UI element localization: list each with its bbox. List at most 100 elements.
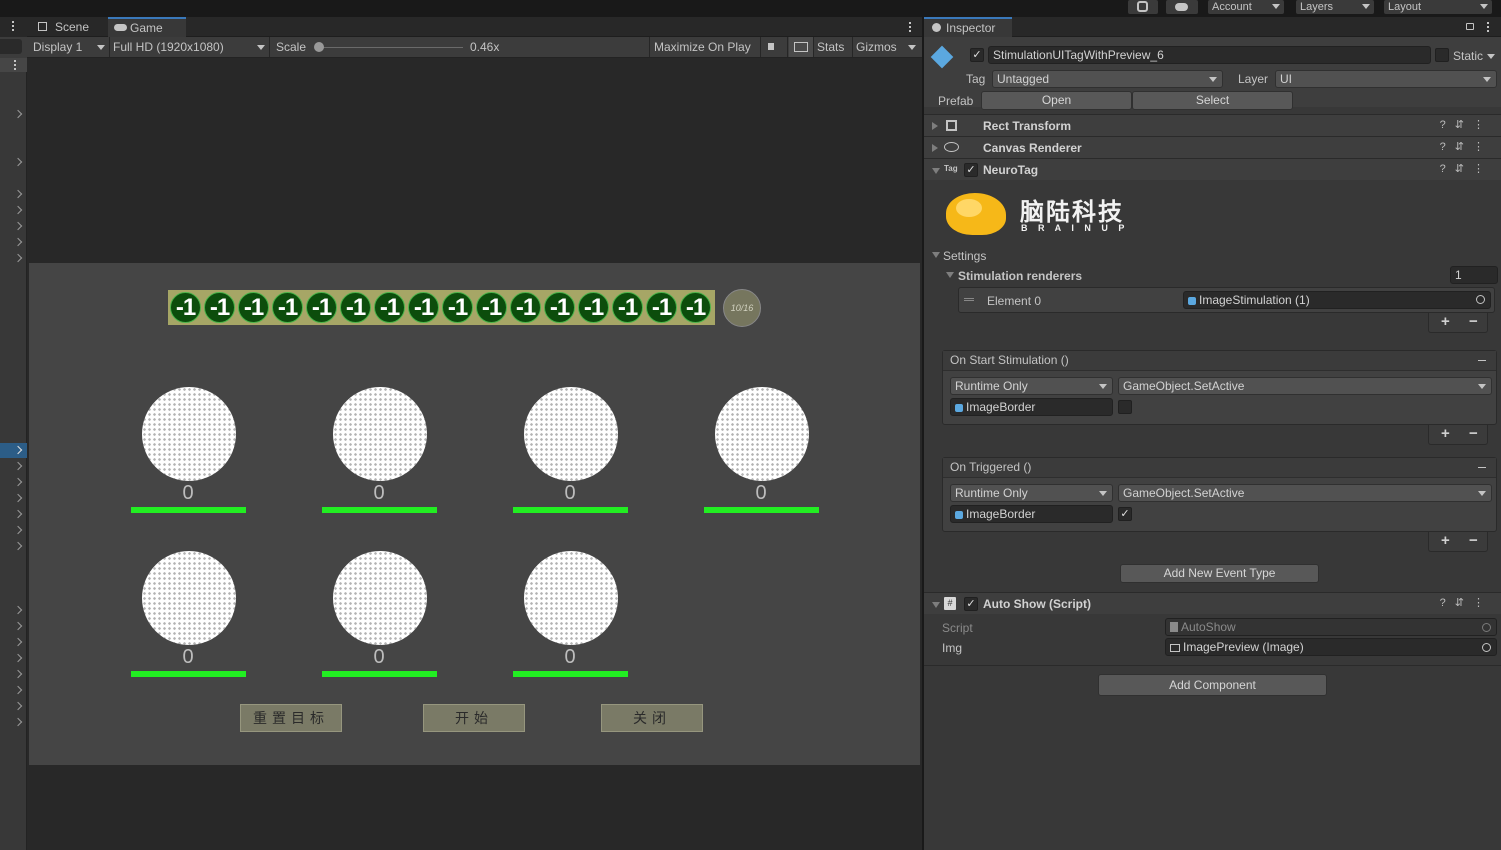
chevron-right-icon[interactable] (13, 205, 23, 215)
foldout-icon[interactable] (932, 602, 940, 608)
foldout-icon[interactable] (932, 168, 940, 174)
component-header-icons[interactable]: ?⇵⋮ (1440, 140, 1493, 153)
foldout-icon[interactable] (946, 272, 954, 278)
stats-toggle[interactable]: Stats (817, 37, 844, 57)
minus-icon[interactable]: − (1469, 532, 1478, 550)
array-size-input[interactable]: 1 (1450, 266, 1498, 284)
chevron-right-icon[interactable] (13, 237, 23, 247)
neurotag-enabled-checkbox[interactable]: ✓ (964, 163, 978, 177)
chevron-right-icon[interactable] (13, 109, 23, 119)
lock-icon[interactable] (1466, 23, 1474, 30)
prefab-open-button[interactable]: Open (981, 91, 1132, 110)
tab-scene[interactable]: Scene (33, 17, 105, 37)
chevron-down-icon[interactable] (1487, 54, 1495, 59)
active-checkbox[interactable]: ✓ (970, 48, 984, 62)
target-object-field[interactable]: ImageBorder (950, 398, 1113, 416)
scale-slider-track[interactable] (317, 47, 463, 48)
component-header-icons[interactable]: ?⇵⋮ (1440, 118, 1493, 131)
layout-dropdown[interactable]: Layout (1384, 0, 1492, 14)
function-dropdown[interactable]: GameObject.SetActive (1118, 484, 1492, 502)
kebab-icon[interactable] (14, 60, 16, 70)
img-object-field[interactable]: ImagePreview (Image) (1165, 638, 1497, 656)
resolution-dropdown[interactable]: Full HD (1920x1080) (113, 37, 267, 57)
setactive-checkbox[interactable]: ✓ (1118, 507, 1132, 521)
element0-object-field[interactable]: ImageStimulation (1) (1183, 291, 1491, 309)
collab-button[interactable] (1128, 0, 1158, 14)
kebab-icon[interactable] (12, 21, 14, 31)
hierarchy-scene-row[interactable] (0, 58, 27, 72)
start-button[interactable]: 开始 (423, 704, 525, 732)
auto-show-enabled-checkbox[interactable]: ✓ (964, 597, 978, 611)
prefab-select-button[interactable]: Select (1132, 91, 1293, 110)
foldout-icon[interactable] (932, 144, 938, 152)
foldout-icon[interactable] (932, 122, 938, 130)
display-dropdown[interactable]: Display 1 (33, 37, 107, 57)
kebab-icon[interactable] (1487, 22, 1489, 32)
chevron-right-icon[interactable] (13, 685, 23, 695)
mute-audio-toggle[interactable] (767, 37, 781, 57)
chevron-right-icon[interactable] (13, 701, 23, 711)
chevron-right-icon[interactable] (13, 221, 23, 231)
account-dropdown[interactable]: Account (1208, 0, 1284, 14)
rect-transform-header[interactable]: Rect Transform ?⇵⋮ (924, 114, 1501, 136)
scale-slider-thumb[interactable] (314, 42, 324, 52)
runtime-mode-dropdown[interactable]: Runtime Only (950, 484, 1113, 502)
chevron-right-icon[interactable] (13, 189, 23, 199)
component-header-icons[interactable]: ?⇵⋮ (1440, 162, 1493, 175)
cloud-button[interactable] (1166, 0, 1198, 14)
layer-dropdown[interactable]: UI (1275, 70, 1497, 88)
hierarchy-search-stub[interactable] (0, 39, 22, 54)
layers-dropdown[interactable]: Layers (1296, 0, 1374, 14)
add-component-button[interactable]: Add Component (1098, 674, 1327, 696)
chevron-right-icon[interactable] (13, 461, 23, 471)
object-name-input[interactable]: StimulationUITagWithPreview_6 (988, 46, 1431, 64)
component-header-icons[interactable]: ?⇵⋮ (1440, 596, 1493, 609)
chevron-right-icon[interactable] (13, 717, 23, 727)
chevron-right-icon[interactable] (13, 157, 23, 167)
element-list-add-remove[interactable]: + − (1428, 313, 1488, 333)
canvas-renderer-header[interactable]: Canvas Renderer ?⇵⋮ (924, 136, 1501, 158)
auto-show-header[interactable]: # ✓ Auto Show (Script) ?⇵⋮ (924, 592, 1501, 614)
chevron-right-icon[interactable] (13, 621, 23, 631)
chevron-right-icon[interactable] (13, 637, 23, 647)
gizmos-dropdown[interactable]: Gizmos (856, 37, 918, 57)
tab-game[interactable]: Game (108, 17, 186, 37)
neurotag-header[interactable]: Tag ✓ NeuroTag ?⇵⋮ (924, 158, 1501, 180)
target-object-field[interactable]: ImageBorder (950, 505, 1113, 523)
static-checkbox[interactable] (1435, 48, 1449, 62)
chevron-right-icon[interactable] (13, 653, 23, 663)
setactive-checkbox[interactable] (1118, 400, 1132, 414)
chevron-right-icon[interactable] (13, 525, 23, 535)
chevron-right-icon[interactable] (13, 253, 23, 263)
plus-icon[interactable]: + (1441, 313, 1450, 331)
runtime-mode-dropdown[interactable]: Runtime Only (950, 377, 1113, 395)
on-start-add-remove[interactable]: + − (1428, 425, 1488, 445)
chevron-right-icon[interactable] (13, 669, 23, 679)
close-button[interactable]: 关闭 (601, 704, 703, 732)
tab-inspector[interactable]: Inspector (924, 17, 1012, 37)
foldout-icon[interactable] (932, 252, 940, 258)
minus-icon[interactable] (1478, 360, 1486, 361)
chevron-right-icon[interactable] (13, 605, 23, 615)
object-picker-icon[interactable] (1476, 295, 1485, 304)
on-triggered-add-remove[interactable]: + − (1428, 532, 1488, 552)
reset-target-button[interactable]: 重置目标 (240, 704, 342, 732)
chevron-right-icon[interactable] (13, 477, 23, 487)
minus-icon[interactable] (1478, 467, 1486, 468)
chevron-right-icon[interactable] (13, 541, 23, 551)
minus-icon[interactable]: − (1469, 313, 1478, 331)
chevron-right-icon[interactable] (13, 493, 23, 503)
function-dropdown[interactable]: GameObject.SetActive (1118, 377, 1492, 395)
shortcuts-toggle[interactable] (789, 37, 813, 57)
plus-icon[interactable]: + (1441, 425, 1450, 443)
kebab-icon[interactable] (909, 22, 911, 32)
tag-dropdown[interactable]: Untagged (992, 70, 1223, 88)
game-viewport[interactable]: -1 -1 -1 -1 -1 -1 -1 -1 -1 -1 -1 -1 -1 -… (29, 263, 920, 765)
chevron-right-icon[interactable] (13, 509, 23, 519)
plus-icon[interactable]: + (1441, 532, 1450, 550)
minus-icon[interactable]: − (1469, 425, 1478, 443)
maximize-on-play-toggle[interactable]: Maximize On Play (654, 37, 751, 57)
drag-handle-icon[interactable] (964, 298, 974, 301)
add-new-event-type-button[interactable]: Add New Event Type (1120, 564, 1319, 583)
object-picker-icon[interactable] (1482, 643, 1491, 652)
